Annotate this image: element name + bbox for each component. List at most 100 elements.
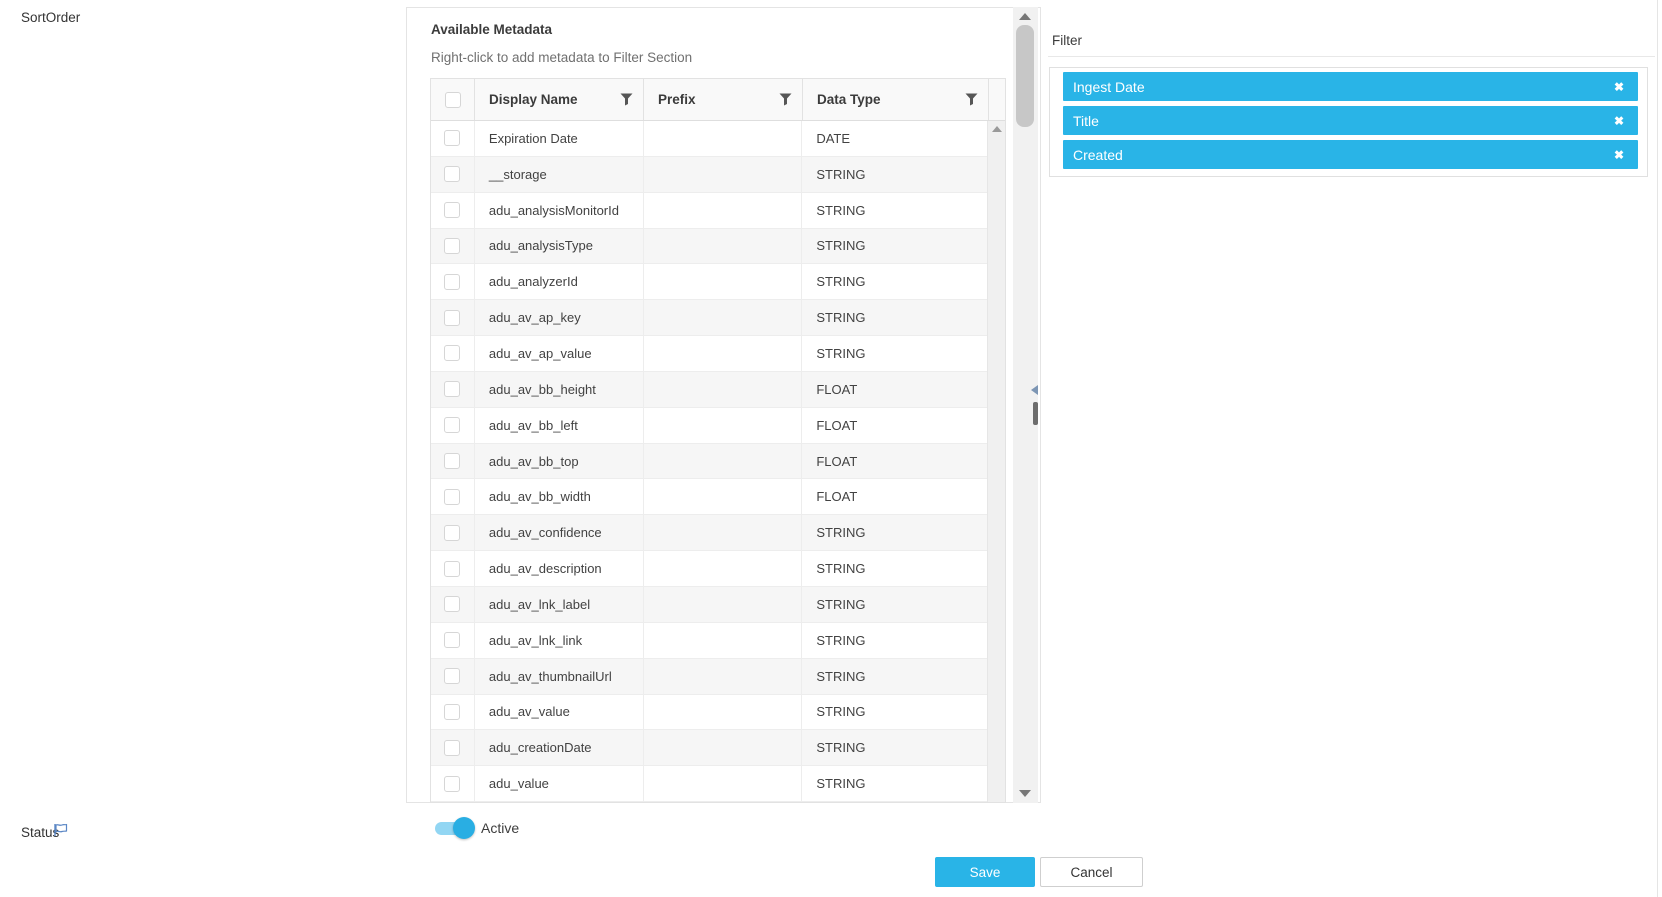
panel-title: Available Metadata bbox=[431, 22, 552, 37]
available-metadata-panel: Available Metadata Right-click to add me… bbox=[406, 7, 1041, 803]
table-row[interactable]: adu_av_ap_value STRING bbox=[431, 336, 987, 372]
row-checkbox[interactable] bbox=[444, 525, 460, 541]
scroll-up-icon[interactable] bbox=[1019, 13, 1031, 20]
table-row[interactable]: adu_av_bb_heightFLOAT bbox=[431, 372, 987, 408]
column-header-data-type[interactable]: Data Type bbox=[802, 79, 988, 120]
table-row[interactable]: adu_valueSTRING bbox=[431, 766, 987, 802]
header-spacer-cell bbox=[988, 79, 1005, 120]
select-all-checkbox[interactable] bbox=[445, 92, 461, 108]
table-row[interactable]: adu_av_lnk_link STRING bbox=[431, 623, 987, 659]
filter-icon[interactable] bbox=[620, 93, 633, 106]
scroll-down-icon[interactable] bbox=[1019, 790, 1031, 797]
row-checkbox[interactable] bbox=[444, 345, 460, 361]
table-row[interactable]: adu_av_bb_widthFLOAT bbox=[431, 479, 987, 515]
table-row[interactable]: adu_av_lnk_labelSTRING bbox=[431, 587, 987, 623]
data-type-cell: STRING bbox=[801, 336, 987, 371]
data-type-cell: STRING bbox=[801, 659, 987, 694]
row-checkbox[interactable] bbox=[444, 453, 460, 469]
row-checkbox[interactable] bbox=[444, 417, 460, 433]
scroll-up-icon[interactable] bbox=[992, 126, 1002, 132]
remove-chip-icon[interactable]: ✖ bbox=[1614, 81, 1624, 93]
row-checkbox[interactable] bbox=[444, 381, 460, 397]
filter-chip[interactable]: Title✖ bbox=[1063, 106, 1638, 135]
display-name-cell: __storage bbox=[474, 157, 643, 192]
filter-chip-label: Created bbox=[1073, 147, 1123, 163]
grid-header-row: Display Name Prefix Data Type bbox=[431, 79, 1005, 121]
display-name-cell: Expiration Date bbox=[474, 121, 643, 156]
table-row[interactable]: adu_analyzerIdSTRING bbox=[431, 264, 987, 300]
prefix-cell bbox=[643, 300, 802, 335]
prefix-cell bbox=[643, 479, 802, 514]
remove-chip-icon[interactable]: ✖ bbox=[1614, 115, 1624, 127]
row-checkbox-cell bbox=[431, 121, 474, 156]
row-checkbox[interactable] bbox=[444, 310, 460, 326]
table-row[interactable]: adu_analysisTypeSTRING bbox=[431, 229, 987, 265]
table-row[interactable]: adu_av_confidenceSTRING bbox=[431, 515, 987, 551]
display-name-cell: adu_value bbox=[474, 766, 643, 801]
filter-chip[interactable]: Ingest Date ✖ bbox=[1063, 72, 1638, 101]
column-header-label: Prefix bbox=[658, 92, 696, 107]
row-checkbox-cell bbox=[431, 479, 474, 514]
metadata-grid: Display Name Prefix Data Type Expiration… bbox=[430, 78, 1006, 803]
filter-chip[interactable]: Created ✖ bbox=[1063, 140, 1638, 169]
row-checkbox[interactable] bbox=[444, 668, 460, 684]
display-name-cell: adu_av_thumbnailUrl bbox=[474, 659, 643, 694]
row-checkbox[interactable] bbox=[444, 166, 460, 182]
filter-section-title: Filter bbox=[1052, 33, 1082, 48]
display-name-cell: adu_av_ap_value bbox=[474, 336, 643, 371]
display-name-cell: adu_creationDate bbox=[474, 730, 643, 765]
toggle-knob[interactable] bbox=[453, 817, 475, 839]
filter-chip-label: Ingest Date bbox=[1073, 79, 1145, 95]
row-checkbox[interactable] bbox=[444, 202, 460, 218]
data-type-cell: DATE bbox=[801, 121, 987, 156]
prefix-cell bbox=[643, 193, 802, 228]
filter-icon[interactable] bbox=[965, 93, 978, 106]
data-type-cell: FLOAT bbox=[801, 479, 987, 514]
collapse-panel-icon[interactable] bbox=[1031, 385, 1038, 395]
row-checkbox[interactable] bbox=[444, 561, 460, 577]
table-row[interactable]: adu_creationDateSTRING bbox=[431, 730, 987, 766]
grid-vertical-scrollbar[interactable] bbox=[987, 121, 1005, 802]
row-checkbox[interactable] bbox=[444, 238, 460, 254]
row-checkbox[interactable] bbox=[444, 130, 460, 146]
table-row[interactable]: adu_av_ap_keySTRING bbox=[431, 300, 987, 336]
table-row[interactable]: adu_av_thumbnailUrl STRING bbox=[431, 659, 987, 695]
table-row[interactable]: adu_av_bb_topFLOAT bbox=[431, 444, 987, 480]
table-row[interactable]: Expiration Date DATE bbox=[431, 121, 987, 157]
cancel-button[interactable]: Cancel bbox=[1040, 857, 1143, 887]
data-type-cell: STRING bbox=[801, 623, 987, 658]
prefix-cell bbox=[643, 444, 802, 479]
filter-icon[interactable] bbox=[779, 93, 792, 106]
active-toggle[interactable] bbox=[435, 822, 473, 835]
scrollbar-thumb[interactable] bbox=[1016, 25, 1034, 127]
row-checkbox[interactable] bbox=[444, 274, 460, 290]
display-name-cell: adu_av_value bbox=[474, 695, 643, 730]
row-checkbox[interactable] bbox=[444, 632, 460, 648]
row-checkbox[interactable] bbox=[444, 776, 460, 792]
panel-hint-text: Right-click to add metadata to Filter Se… bbox=[431, 50, 692, 65]
data-type-cell: STRING bbox=[801, 587, 987, 622]
display-name-cell: adu_av_lnk_link bbox=[474, 623, 643, 658]
display-name-cell: adu_av_ap_key bbox=[474, 300, 643, 335]
table-row[interactable]: adu_av_bb_leftFLOAT bbox=[431, 408, 987, 444]
column-header-display-name[interactable]: Display Name bbox=[474, 79, 643, 120]
data-type-cell: STRING bbox=[801, 551, 987, 586]
table-row[interactable]: adu_av_descriptionSTRING bbox=[431, 551, 987, 587]
row-checkbox[interactable] bbox=[444, 740, 460, 756]
display-name-cell: adu_av_confidence bbox=[474, 515, 643, 550]
table-row[interactable]: adu_analysisMonitorIdSTRING bbox=[431, 193, 987, 229]
row-checkbox[interactable] bbox=[444, 596, 460, 612]
row-checkbox[interactable] bbox=[444, 704, 460, 720]
row-checkbox-cell bbox=[431, 193, 474, 228]
column-header-prefix[interactable]: Prefix bbox=[643, 79, 802, 120]
prefix-cell bbox=[643, 551, 802, 586]
row-checkbox-cell bbox=[431, 372, 474, 407]
row-checkbox-cell bbox=[431, 300, 474, 335]
row-checkbox[interactable] bbox=[444, 489, 460, 505]
save-button[interactable]: Save bbox=[935, 857, 1035, 887]
splitter-handle[interactable] bbox=[1033, 402, 1038, 425]
table-row[interactable]: adu_av_valueSTRING bbox=[431, 695, 987, 731]
table-row[interactable]: __storageSTRING bbox=[431, 157, 987, 193]
data-type-cell: STRING bbox=[801, 229, 987, 264]
remove-chip-icon[interactable]: ✖ bbox=[1614, 149, 1624, 161]
